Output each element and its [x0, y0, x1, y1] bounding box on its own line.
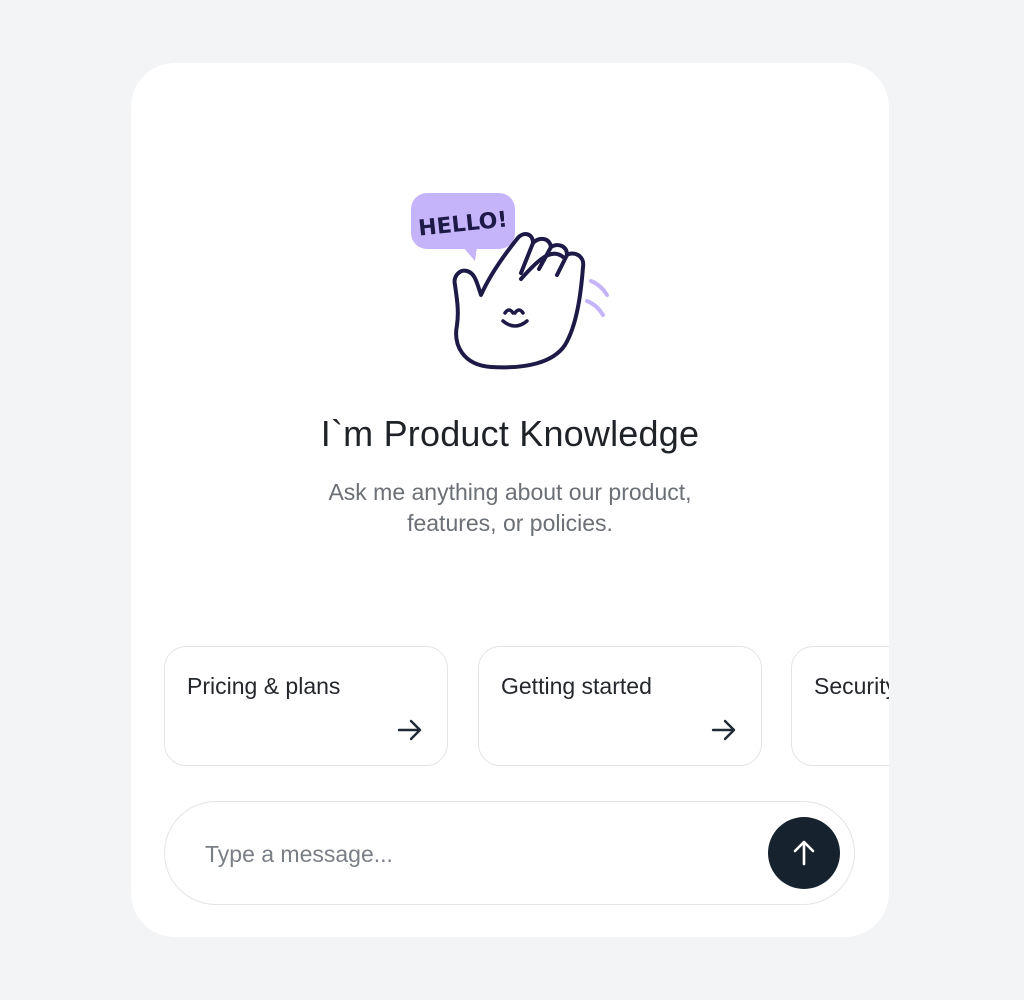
arrow-up-icon	[793, 840, 815, 866]
message-input[interactable]	[203, 830, 747, 878]
suggestion-label: Security	[814, 673, 889, 699]
arrow-right-icon	[711, 719, 736, 741]
arrow-right-icon	[397, 719, 422, 741]
message-composer	[164, 801, 855, 905]
chat-card: HELLO! I`m Product Knowledge Ask me anyt…	[131, 63, 889, 937]
suggestion-getting-started-button[interactable]: Getting started	[478, 646, 762, 766]
suggestion-label: Getting started	[501, 673, 652, 699]
suggestion-list: Pricing & plans Getting started Security	[164, 646, 889, 768]
hello-hand-illustration: HELLO!	[411, 193, 609, 370]
suggestion-pricing-button[interactable]: Pricing & plans	[164, 646, 448, 766]
page-title: I`m Product Knowledge	[320, 413, 700, 454]
page-subtitle: Ask me anything about our product, featu…	[131, 477, 889, 539]
hello-speech-bubble: HELLO!	[411, 193, 515, 261]
subtitle-line: features, or policies.	[407, 510, 613, 536]
motion-lines	[585, 279, 609, 317]
suggestion-label: Pricing & plans	[187, 673, 341, 699]
send-button[interactable]	[768, 817, 840, 889]
suggestion-security-button[interactable]: Security	[791, 646, 889, 766]
subtitle-line: Ask me anything about our product,	[328, 479, 692, 505]
